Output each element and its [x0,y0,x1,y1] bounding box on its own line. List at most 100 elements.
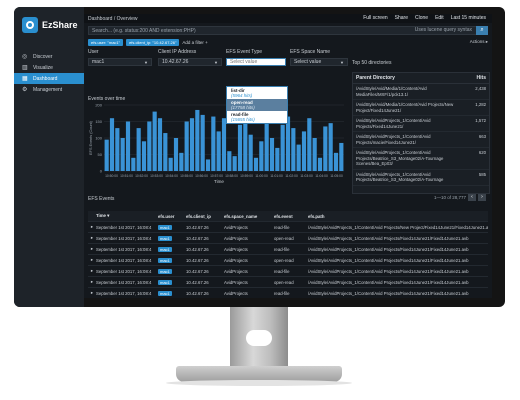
table-row[interactable]: ▸ September 1st 2017, 16:08:4 mac1 10.42.67… [88,288,488,298]
expand-row-icon[interactable]: ▸ [88,235,96,241]
col-efs-client-ip[interactable]: efs.client_ip [186,214,224,219]
add-filter-button[interactable]: Add a filter + [182,40,207,45]
user-select[interactable]: mac1 ▼ [88,58,152,66]
compass-icon: ◎ [22,53,28,60]
bar [152,111,157,171]
space-name-select[interactable]: Select value ▼ [290,58,348,66]
expand-row-icon[interactable]: ▸ [88,279,96,285]
sidebar-item-visualize[interactable]: ▥ Visualize [14,62,84,73]
col-efs-path[interactable]: efs.path [308,214,488,219]
x-tick-label: 10:55:00 [180,174,193,178]
table-row[interactable]: /AvidStyle/AvidProjects_1/Content/Avid P… [353,132,489,148]
y-tick-label: 50 [98,152,103,157]
table-row[interactable]: ▸ September 1st 2017, 16:08:4 mac1 10.42.67… [88,255,488,266]
bar [157,118,163,171]
sidebar-item-dashboard[interactable]: ▦ Dashboard [14,73,84,84]
cell-space: AvidProjects [224,246,248,252]
cell-time: September 1st 2017, 16:08:4 [96,268,152,274]
next-page-button[interactable]: › [478,194,486,201]
table-row[interactable]: /AvidStyle/Avid/Media/1/Content/Avid Pro… [353,100,489,116]
lucene-hint[interactable]: Uses lucene query syntax [415,27,472,33]
table-row[interactable]: /AvidStyle/AvidProjects_1/Content/Avid P… [353,148,489,170]
bar [168,157,173,171]
dirs-header: Parent Directory Hits [353,73,489,84]
app-screen: Dashboard / Overview Full screen Share Clo… [84,14,492,298]
top-menu-clone[interactable]: Clone [415,14,428,23]
dir-path: /AvidStyle/AvidProjects_1/Content/Avid P… [356,134,431,145]
cell-event: open-read [274,279,294,285]
table-row[interactable]: ▸ September 1st 2017, 16:08:4 mac1 10.42.67… [88,233,488,244]
filter-bar: efs.user: "mac1" efs.client_ip: "10.42.67… [88,39,208,46]
search-button[interactable]: ⌕ [476,26,488,35]
sidebar-item-discover[interactable]: ◎ Discover [14,51,84,62]
user-badge: mac1 [158,246,172,252]
top-menu-full-screen[interactable]: Full screen [363,14,387,23]
pager-text: 1—10 of 28,777 [433,195,466,200]
user-badge: mac1 [158,290,172,296]
table-row[interactable]: /AvidStyle/AvidProjects_1/Content/Avid P… [353,116,489,132]
user-badge: mac1 [158,279,172,285]
top-menu-edit[interactable]: Edit [435,14,444,23]
app-logo[interactable]: EzShare [22,17,78,33]
cell-user: mac1 [158,224,186,230]
bar [232,156,237,171]
client-ip-value: 10.42.67.26 [162,59,189,65]
bar [184,121,189,171]
col-hits[interactable]: Hits [477,75,486,81]
x-tick-label: 10:52:00 [135,174,148,178]
filter-chip[interactable]: efs.user: "mac1" [88,39,124,46]
x-tick-label: 11:02:00 [285,174,298,178]
user-value: mac1 [92,59,105,65]
x-tick-label: 11:03:00 [300,174,313,178]
event-type-select[interactable]: Select value [226,58,286,66]
cell-user: mac1 [158,246,186,252]
cell-path: /AvidStyle/AvidProjects_1/Content/Avid P… [308,257,469,263]
filter-chip[interactable]: efs.client_ip: "10.42.67.26" [126,39,180,46]
expand-row-icon[interactable]: ▸ [88,268,96,274]
cell-space: AvidProjects [224,235,248,241]
table-row[interactable]: ▸ September 1st 2017, 16:08:4 mac1 10.42.67… [88,266,488,277]
cell-client-ip: 10.42.67.26 [186,268,209,274]
col-efs-user[interactable]: efs.user [158,214,186,219]
events-header: Time ▾ efs.user efs.client_ip efs.space_nam… [88,211,488,222]
expand-row-icon[interactable]: ▸ [88,257,96,263]
bar [179,152,184,171]
expand-row-icon[interactable]: ▸ [88,290,96,296]
table-row[interactable]: /AvidStyle/Avid/Media/1/Content/Avid Med… [353,84,489,100]
cell-time: September 1st 2017, 16:08:4 [96,279,152,285]
client-ip-select[interactable]: 10.42.67.26 ▼ [158,58,222,66]
col-efs-space-name[interactable]: efs.space_name [224,214,274,219]
bar [104,139,109,171]
x-tick-label: 10:50:00 [105,174,118,178]
top-menu-last-15-minutes[interactable]: Last 15 minutes [451,14,486,23]
cell-client-ip: 10.42.67.26 [186,290,209,296]
prev-page-button[interactable]: ‹ [468,194,476,201]
expand-row-icon[interactable]: ▸ [88,224,96,230]
bar [141,141,147,171]
table-row[interactable]: ▸ September 1st 2017, 16:08:4 mac1 10.42.67… [88,222,488,233]
dropdown-option[interactable]: open-read (17758 hits) [227,99,287,111]
dropdown-option[interactable]: list-dir (5964 hits) [227,87,287,99]
bar [285,116,291,171]
breadcrumb[interactable]: Dashboard / Overview [88,16,137,22]
col-efs-event[interactable]: efs.event [274,214,308,219]
dirs-title: Top 50 directories [352,60,392,66]
sidebar-item-management[interactable]: ⚙ Management [14,84,84,95]
table-row[interactable]: ▸ September 1st 2017, 16:08:4 mac1 10.42.67… [88,244,488,255]
col-time[interactable]: Time ▾ [96,213,158,219]
cell-user: mac1 [158,235,186,241]
expand-row-icon[interactable]: ▸ [88,246,96,252]
col-parent-directory[interactable]: Parent Directory [356,75,395,81]
top-menu-share[interactable]: Share [395,14,408,23]
table-row[interactable]: ▸ September 1st 2017, 16:08:4 mac1 10.42.67… [88,277,488,288]
cell-space: AvidProjects [224,257,248,263]
bar [115,128,120,171]
dropdown-option[interactable]: read-file (15655 hits) [227,111,287,123]
table-row[interactable]: /AvidStyle/AvidProjects_1/Content/Avid P… [353,170,489,186]
chart-x-label: Time [214,179,224,184]
cell-path: /AvidStyle/AvidProjects_1/Content/Avid P… [308,246,469,252]
top-menu: Full screen Share Clone Edit Last 15 minutes [363,14,486,23]
dir-hits: 585 [478,171,486,177]
bar [248,134,253,171]
actions-button[interactable]: Actions ▸ [470,39,488,45]
